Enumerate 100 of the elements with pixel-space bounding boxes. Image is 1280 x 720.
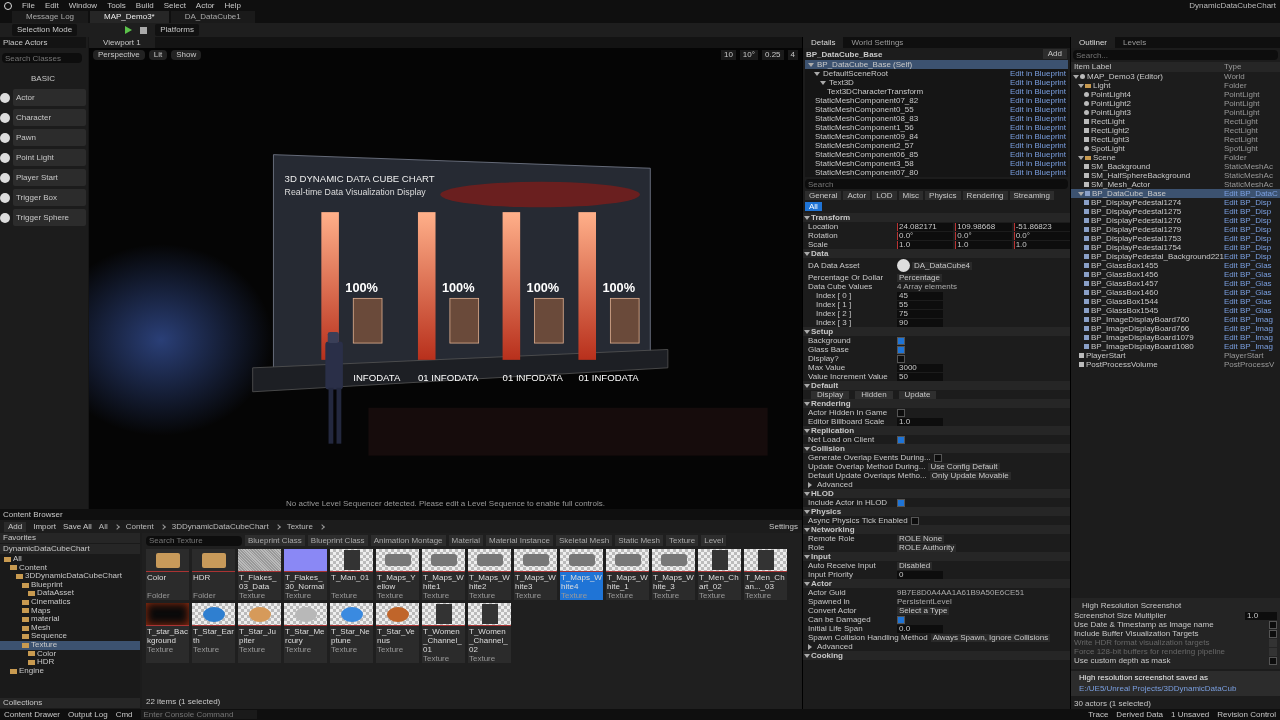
dropdown[interactable]: Only Update Movable	[929, 471, 1011, 480]
action-button[interactable]: Display	[811, 390, 850, 399]
section-header[interactable]: Default	[803, 381, 1070, 390]
checkbox[interactable]	[897, 345, 905, 354]
outliner-row[interactable]: Scene Folder	[1071, 153, 1280, 162]
outliner-row[interactable]: Light Folder	[1071, 81, 1280, 90]
edit-link[interactable]: Edit in Blueprint	[1009, 132, 1066, 141]
add-button[interactable]: Add	[4, 521, 27, 532]
number-field[interactable]: 55	[897, 300, 943, 309]
folder-row[interactable]: 3DDynamicDataCubeChart	[0, 572, 140, 581]
section-header[interactable]: Input	[803, 552, 1070, 561]
section-header[interactable]: Setup	[803, 327, 1070, 336]
edit-link[interactable]: Edit BP_Glas	[1224, 297, 1280, 306]
number-field[interactable]: 1.0	[897, 417, 943, 426]
asset-tile[interactable]: T_Women_Channel_01 Texture	[422, 603, 465, 663]
action-button[interactable]: Hidden	[855, 390, 893, 399]
platforms-dropdown[interactable]: Platforms	[155, 24, 199, 36]
checkbox[interactable]	[1269, 656, 1277, 665]
filter-tab[interactable]: General	[805, 191, 842, 200]
asset-tile[interactable]: T_Star_Mercury Texture	[284, 603, 327, 663]
outliner-row[interactable]: BP_DataCube_Base Edit BP_DataC	[1071, 189, 1280, 198]
number-field[interactable]: 1.0	[1245, 611, 1277, 620]
component-row[interactable]: StaticMeshComponent1_56 Edit in Blueprint	[805, 123, 1068, 132]
status-button[interactable]: 1 Unsaved	[1171, 709, 1210, 720]
asset-tile[interactable]: T_star_Background Texture	[146, 603, 189, 663]
edit-link[interactable]: Edit in Blueprint	[1009, 114, 1066, 123]
folder-row[interactable]: Blueprint	[0, 580, 140, 590]
edit-link[interactable]: Edit in Blueprint	[1009, 78, 1066, 87]
number-field[interactable]: 1.0	[897, 240, 954, 249]
snap-value[interactable]: 10°	[739, 50, 758, 60]
edit-link[interactable]: Edit in Blueprint	[1009, 141, 1066, 150]
status-button[interactable]: Derived Data	[1116, 709, 1164, 720]
edit-link[interactable]: Edit BP_Disp	[1224, 243, 1280, 252]
section-header[interactable]: Actor	[803, 579, 1070, 588]
asset-tile[interactable]: T_Man_01 Texture	[330, 549, 373, 600]
edit-link[interactable]: Edit in Blueprint	[1009, 96, 1066, 105]
number-field[interactable]: 24.082171	[897, 222, 954, 231]
edit-link[interactable]: Edit BP_Imag	[1224, 333, 1280, 342]
number-field[interactable]: 109.98668	[955, 222, 1012, 231]
asset-tile[interactable]: T_Star_Neptune Texture	[330, 603, 373, 663]
section-header[interactable]: Networking	[803, 525, 1070, 534]
action-button[interactable]: Update	[898, 390, 937, 399]
outliner-row[interactable]: BP_GlassBox1545 Edit BP_Glas	[1071, 306, 1280, 315]
panel-tab[interactable]: Levels	[1115, 37, 1155, 48]
section-header[interactable]: Collision	[803, 444, 1070, 453]
menu-item[interactable]: Select	[163, 0, 186, 11]
caret-icon[interactable]	[814, 71, 820, 76]
checkbox[interactable]	[897, 354, 905, 363]
actor-item[interactable]: Trigger Box	[13, 189, 86, 206]
number-field[interactable]: -51.86823	[1013, 222, 1070, 231]
filter-chip[interactable]: Material	[448, 535, 483, 546]
view-button[interactable]: Perspective	[93, 50, 145, 60]
edit-link[interactable]: Edit BP_Glas	[1224, 279, 1280, 288]
outliner-row[interactable]: BP_DisplayPedestal_Background221Edit BP_Disp	[1071, 252, 1280, 261]
checkbox[interactable]	[897, 498, 905, 507]
outliner-row[interactable]: PointLight4 PointLight	[1071, 90, 1280, 99]
edit-link[interactable]: Edit BP_Glas	[1224, 270, 1280, 279]
outliner-row[interactable]: BP_DisplayPedestal1279 Edit BP_Disp	[1071, 225, 1280, 234]
checkbox[interactable]	[910, 516, 919, 525]
component-row[interactable]: StaticMeshComponent2_57 Edit in Blueprint	[805, 141, 1068, 150]
actor-item[interactable]: Point Light	[13, 149, 86, 166]
number-field[interactable]: 0	[897, 570, 943, 579]
asset-tile[interactable]: T_Men_Chan..._03 Texture	[744, 549, 787, 600]
file-link[interactable]: E:/UE5/Unreal Projects/3DDynamicDataCub	[1079, 684, 1276, 693]
menu-item[interactable]: Tools	[107, 0, 126, 11]
outliner-row[interactable]: MAP_Demo3 (Editor) World	[1071, 72, 1280, 81]
checkbox[interactable]	[1269, 629, 1277, 638]
asset-tile[interactable]: Color Folder	[146, 549, 189, 600]
component-row[interactable]: StaticMeshComponent07_80 Edit in Blueprint	[805, 168, 1068, 177]
dropdown[interactable]: ROLE None	[897, 534, 945, 543]
status-button[interactable]: Trace	[1088, 709, 1109, 720]
edit-link[interactable]: Edit in Blueprint	[1009, 123, 1066, 132]
outliner-row[interactable]: SM_Mesh_Actor StaticMeshAc	[1071, 180, 1280, 189]
dropdown[interactable]: ROLE Authority	[897, 543, 957, 552]
edit-link[interactable]: Edit in Blueprint	[1009, 87, 1066, 96]
checkbox[interactable]	[897, 408, 905, 417]
filter-chip[interactable]: Level	[701, 535, 727, 546]
component-row[interactable]: StaticMeshComponent0_55 Edit in Blueprint	[805, 105, 1068, 114]
document-tab[interactable]: MAP_Demo3*	[90, 11, 169, 23]
settings-button[interactable]: Settings	[769, 522, 798, 531]
folder-row[interactable]: All	[0, 555, 140, 564]
edit-link[interactable]: Edit BP_Imag	[1224, 315, 1280, 324]
menu-item[interactable]: Actor	[195, 0, 215, 11]
component-row[interactable]: Text3DCharacterTransform Edit in Blueprint	[805, 87, 1068, 96]
section-header[interactable]: Collections	[0, 698, 140, 708]
folder-row[interactable]: Sequence	[0, 632, 140, 641]
asset-tile[interactable]: T_Maps_White_3 Texture	[652, 549, 695, 600]
add-button[interactable]: Add	[1042, 49, 1067, 59]
edit-link[interactable]: Edit BP_Disp	[1224, 252, 1280, 261]
filter-tab[interactable]: Streaming	[1009, 191, 1054, 200]
folder-row[interactable]: Content	[0, 563, 140, 573]
number-field[interactable]: 90	[897, 318, 943, 327]
panel-tab[interactable]: Outliner	[1071, 37, 1115, 48]
menu-item[interactable]: Build	[135, 0, 154, 11]
edit-link[interactable]: Edit BP_Imag	[1224, 324, 1280, 333]
section-header[interactable]: Data	[803, 249, 1070, 258]
actor-item[interactable]: Actor	[13, 89, 86, 106]
asset-tile[interactable]: T_Maps_White3 Texture	[514, 549, 557, 600]
filter-chip[interactable]: Texture	[666, 535, 699, 546]
number-field[interactable]: 0.0	[897, 624, 943, 633]
